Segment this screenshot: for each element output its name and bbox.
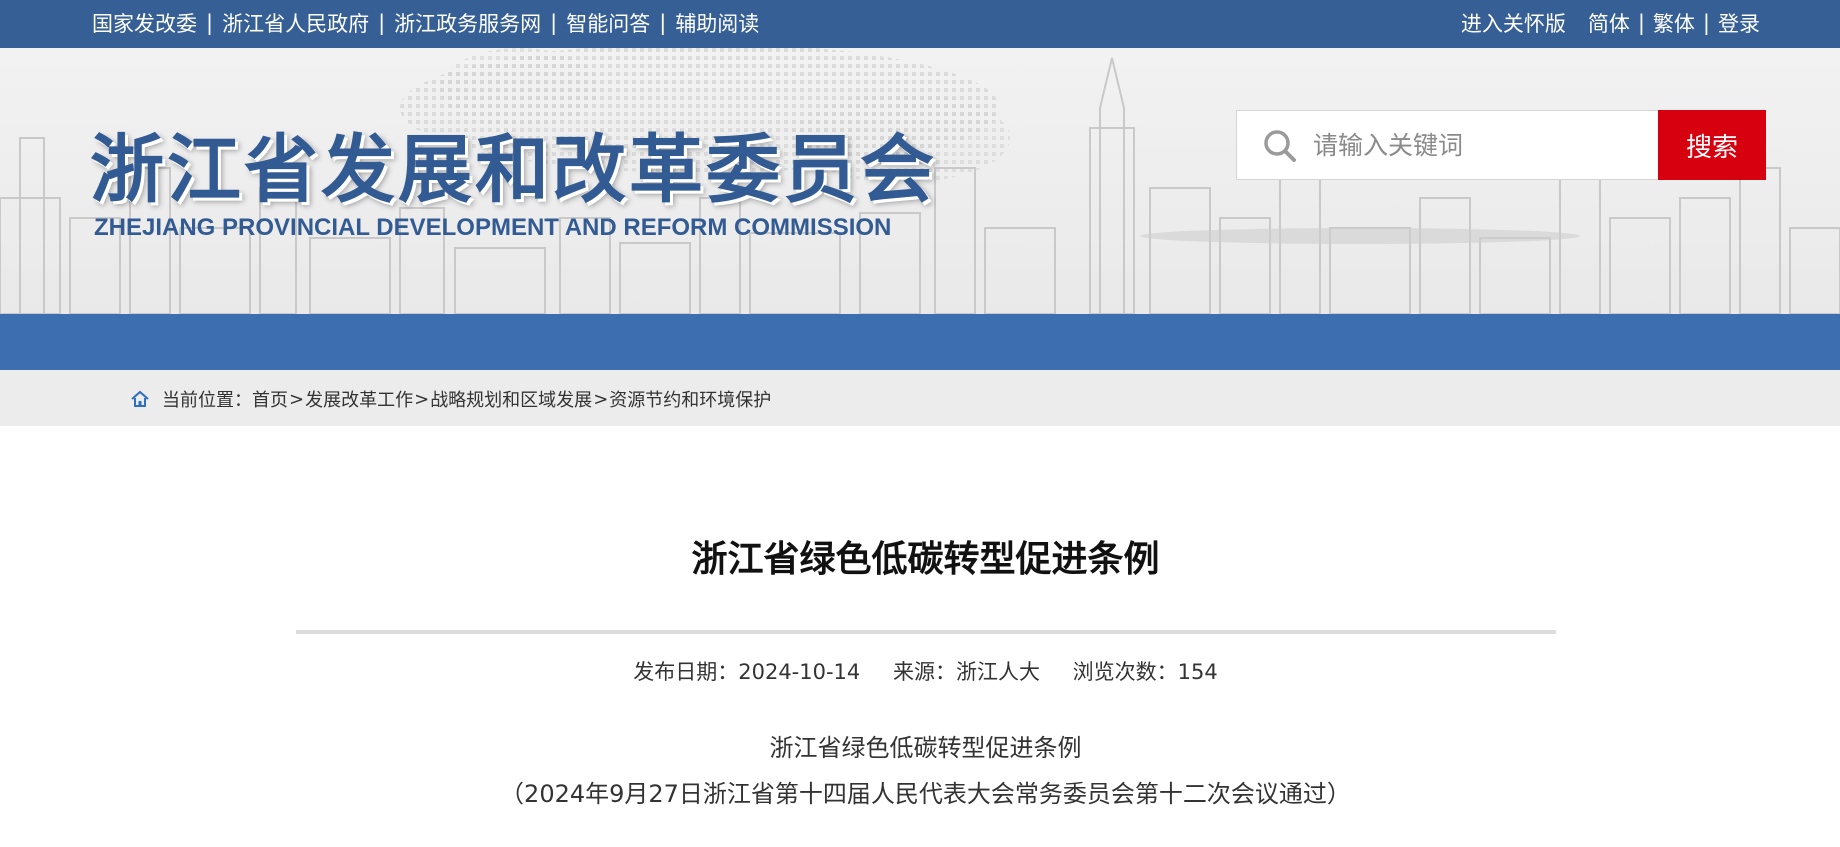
breadcrumb-prefix: 当前位置： (162, 390, 252, 411)
simplified-link[interactable]: 简体 (1588, 8, 1630, 38)
separator: | (1637, 11, 1645, 35)
title-divider (296, 630, 1556, 634)
separator: | (378, 11, 386, 35)
breadcrumb-resources[interactable]: 资源节约和环境保护 (609, 386, 771, 412)
breadcrumb-separator: > (593, 388, 609, 410)
breadcrumb-reform-work[interactable]: 发展改革工作 (305, 386, 413, 412)
search-input[interactable] (1313, 121, 1613, 169)
breadcrumb: 当前位置： 首页 > 发展改革工作 > 战略规划和区域发展 > 资源节约和环境保… (130, 386, 771, 412)
top-links: 国家发改委 | 浙江省人民政府 | 浙江政务服务网 | 智能问答 | 辅助阅读 (92, 8, 759, 38)
breadcrumb-separator: > (414, 388, 430, 410)
search-box: 搜索 (1236, 110, 1766, 180)
article-meta: 发布日期：2024-10-14 来源：浙江人大 浏览次数：154 (0, 656, 1840, 686)
link-zj-gov[interactable]: 浙江省人民政府 (222, 8, 369, 38)
top-bar: 国家发改委 | 浙江省人民政府 | 浙江政务服务网 | 智能问答 | 辅助阅读 … (0, 0, 1840, 48)
breadcrumb-strategy[interactable]: 战略规划和区域发展 (430, 386, 592, 412)
separator: | (1702, 11, 1710, 35)
separator: | (206, 11, 214, 35)
site-logo-en: ZHEJIANG PROVINCIAL DEVELOPMENT AND REFO… (94, 214, 892, 241)
login-link[interactable]: 登录 (1718, 8, 1760, 38)
search-button[interactable]: 搜索 (1658, 110, 1766, 180)
separator: | (550, 11, 558, 35)
breadcrumb-separator: > (289, 388, 305, 410)
breadcrumb-bar: 当前位置： 首页 > 发展改革工作 > 战略规划和区域发展 > 资源节约和环境保… (0, 370, 1840, 426)
link-smart-qa[interactable]: 智能问答 (566, 8, 650, 38)
search-icon (1264, 130, 1296, 162)
care-mode-link[interactable]: 进入关怀版 (1461, 8, 1566, 38)
separator: | (659, 11, 667, 35)
link-zj-service[interactable]: 浙江政务服务网 (394, 8, 541, 38)
link-ndrc[interactable]: 国家发改委 (92, 8, 197, 38)
article-title: 浙江省绿色低碳转型促进条例 (691, 539, 1160, 580)
adoption-note: （2024年9月27日浙江省第十四届人民代表大会常务委员会第十二次会议通过） (500, 780, 1351, 808)
main-nav-bar (0, 314, 1840, 370)
home-icon (131, 390, 149, 407)
top-right-links: 进入关怀版 简体 | 繁体 | 登录 (1461, 8, 1760, 38)
view-count: 浏览次数：154 (1072, 660, 1218, 684)
article-source: 来源：浙江人大 (892, 660, 1040, 684)
traditional-link[interactable]: 繁体 (1653, 8, 1695, 38)
site-logo-cn[interactable]: 浙江省发展和改革委员会 (90, 110, 937, 217)
header-banner: 浙江省发展和改革委员会 ZHEJIANG PROVINCIAL DEVELOPM… (0, 48, 1840, 314)
link-assist-reading[interactable]: 辅助阅读 (675, 8, 759, 38)
breadcrumb-home[interactable]: 首页 (252, 386, 288, 412)
article-subtitle: 浙江省绿色低碳转型促进条例 (769, 734, 1082, 762)
publish-date: 发布日期：2024-10-14 (633, 660, 861, 684)
